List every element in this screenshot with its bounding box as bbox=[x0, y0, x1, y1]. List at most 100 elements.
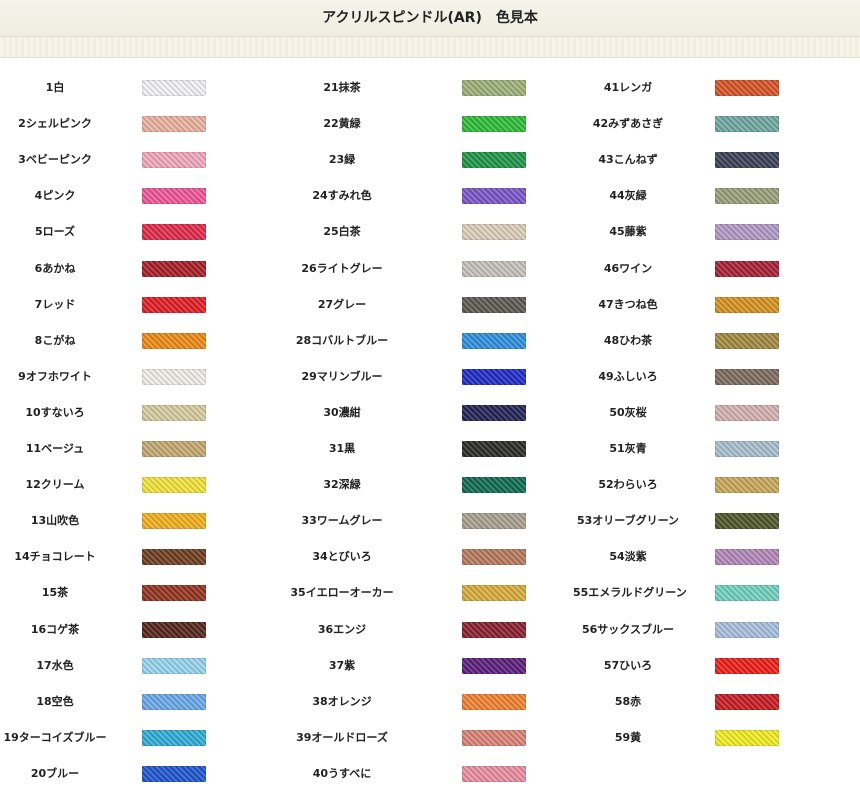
color-item: 59黄 bbox=[573, 720, 859, 756]
color-label: 25白茶 bbox=[323, 225, 361, 239]
color-swatch bbox=[715, 260, 779, 277]
color-label: 17水色 bbox=[36, 658, 74, 672]
color-label: 20ブルー bbox=[30, 766, 80, 780]
color-label: 50灰桜 bbox=[609, 405, 647, 419]
color-swatch bbox=[142, 260, 206, 277]
color-label: 8こがね bbox=[34, 333, 76, 347]
color-item: 31黒 bbox=[287, 431, 573, 467]
color-item: 54淡紫 bbox=[573, 539, 859, 575]
color-label: 6あかね bbox=[34, 261, 76, 275]
color-swatch bbox=[462, 260, 526, 277]
color-item: 47きつね色 bbox=[573, 287, 859, 323]
color-item: 36エンジ bbox=[287, 612, 573, 648]
color-item: 43こんねず bbox=[573, 142, 859, 178]
color-label: 37紫 bbox=[328, 658, 356, 672]
color-item: 32深緑 bbox=[287, 467, 573, 503]
color-label: 10すないろ bbox=[25, 405, 85, 419]
color-label: 31黒 bbox=[328, 442, 356, 455]
color-label: 36エンジ bbox=[317, 622, 367, 636]
color-label: 1白 bbox=[45, 81, 65, 94]
color-item: 2シェルピンク bbox=[0, 106, 286, 142]
color-swatch bbox=[142, 621, 206, 638]
color-item: 29マリンブルー bbox=[287, 359, 573, 395]
color-label: 57ひいろ bbox=[603, 658, 653, 672]
color-label: 56サックスブルー bbox=[582, 622, 674, 636]
color-swatch bbox=[715, 80, 779, 96]
color-label: 52わらいろ bbox=[598, 478, 658, 492]
color-item: 13山吹色 bbox=[0, 503, 286, 539]
color-label: 28コバルトブルー bbox=[295, 333, 389, 347]
color-swatch bbox=[142, 549, 206, 566]
color-swatch bbox=[462, 765, 526, 782]
color-label: 34とびいろ bbox=[312, 550, 372, 564]
color-label: 14チョコレート bbox=[14, 550, 96, 564]
color-label: 30濃紺 bbox=[323, 405, 361, 419]
color-label: 35イエローオーカー bbox=[290, 586, 394, 600]
color-swatch bbox=[715, 224, 779, 241]
color-label: 42みずあさぎ bbox=[592, 117, 664, 131]
color-item: 3ベビーピンク bbox=[0, 142, 286, 178]
color-item: 22黄緑 bbox=[287, 106, 573, 142]
color-label: 11ベージュ bbox=[25, 442, 85, 455]
color-item: 5ローズ bbox=[0, 214, 286, 250]
color-swatch bbox=[462, 404, 526, 421]
color-label: 9オフホワイト bbox=[18, 369, 92, 383]
color-label: 44灰緑 bbox=[609, 189, 647, 203]
color-label: 54淡紫 bbox=[609, 550, 647, 564]
color-swatch bbox=[715, 368, 779, 385]
color-label: 19ターコイズブルー bbox=[3, 730, 107, 744]
color-swatch bbox=[142, 729, 206, 746]
color-item: 55エメラルドグリーン bbox=[573, 575, 859, 611]
color-item: 10すないろ bbox=[0, 395, 286, 431]
color-label: 39オールドローズ bbox=[296, 730, 388, 744]
color-swatch bbox=[462, 657, 526, 674]
color-label: 27グレー bbox=[317, 297, 367, 311]
color-item: 42みずあさぎ bbox=[573, 106, 859, 142]
color-label: 33ワームグレー bbox=[301, 514, 383, 528]
color-label: 15茶 bbox=[41, 586, 69, 600]
color-swatch bbox=[715, 188, 779, 205]
color-item: 53オリーブグリーン bbox=[573, 503, 859, 539]
color-swatch bbox=[715, 513, 779, 530]
color-swatch bbox=[715, 621, 779, 638]
color-item: 4ピンク bbox=[0, 178, 286, 214]
color-item: 16コゲ茶 bbox=[0, 612, 286, 648]
color-swatch bbox=[715, 729, 779, 746]
color-swatch bbox=[462, 693, 526, 710]
color-item: 23緑 bbox=[287, 142, 573, 178]
color-swatch bbox=[142, 332, 206, 349]
color-label: 48ひわ茶 bbox=[603, 333, 653, 347]
color-swatch bbox=[462, 513, 526, 530]
color-label: 22黄緑 bbox=[323, 117, 361, 131]
color-label: 46ワイン bbox=[603, 261, 653, 275]
color-label: 21抹茶 bbox=[323, 81, 361, 94]
color-swatch bbox=[462, 621, 526, 638]
decorative-band bbox=[0, 37, 860, 58]
color-swatch bbox=[462, 368, 526, 385]
color-label: 26ライトグレー bbox=[301, 261, 383, 275]
color-swatch bbox=[142, 441, 206, 457]
color-label: 38オレンジ bbox=[312, 694, 372, 708]
color-label: 12クリーム bbox=[25, 478, 85, 492]
color-swatch bbox=[462, 729, 526, 746]
color-item: 50灰桜 bbox=[573, 395, 859, 431]
color-swatch bbox=[142, 116, 206, 133]
color-item: 7レッド bbox=[0, 287, 286, 323]
color-swatch bbox=[462, 224, 526, 241]
color-label: 43こんねず bbox=[598, 153, 658, 167]
color-item: 1白 bbox=[0, 70, 286, 106]
color-item: 46ワイン bbox=[573, 251, 859, 287]
color-item: 39オールドローズ bbox=[287, 720, 573, 756]
color-item: 19ターコイズブルー bbox=[0, 720, 286, 756]
color-swatch bbox=[142, 152, 206, 169]
color-item: 6あかね bbox=[0, 251, 286, 287]
color-label: 7レッド bbox=[34, 297, 76, 311]
color-label: 41レンガ bbox=[603, 81, 653, 94]
color-item: 34とびいろ bbox=[287, 539, 573, 575]
color-label: 49ふしいろ bbox=[598, 369, 658, 383]
page-title: アクリルスピンドル(AR) 色見本 bbox=[0, 0, 860, 37]
color-item: 35イエローオーカー bbox=[287, 575, 573, 611]
color-label: 3ベビーピンク bbox=[18, 153, 92, 167]
color-label: 59黄 bbox=[614, 730, 642, 744]
color-item: 15茶 bbox=[0, 575, 286, 611]
